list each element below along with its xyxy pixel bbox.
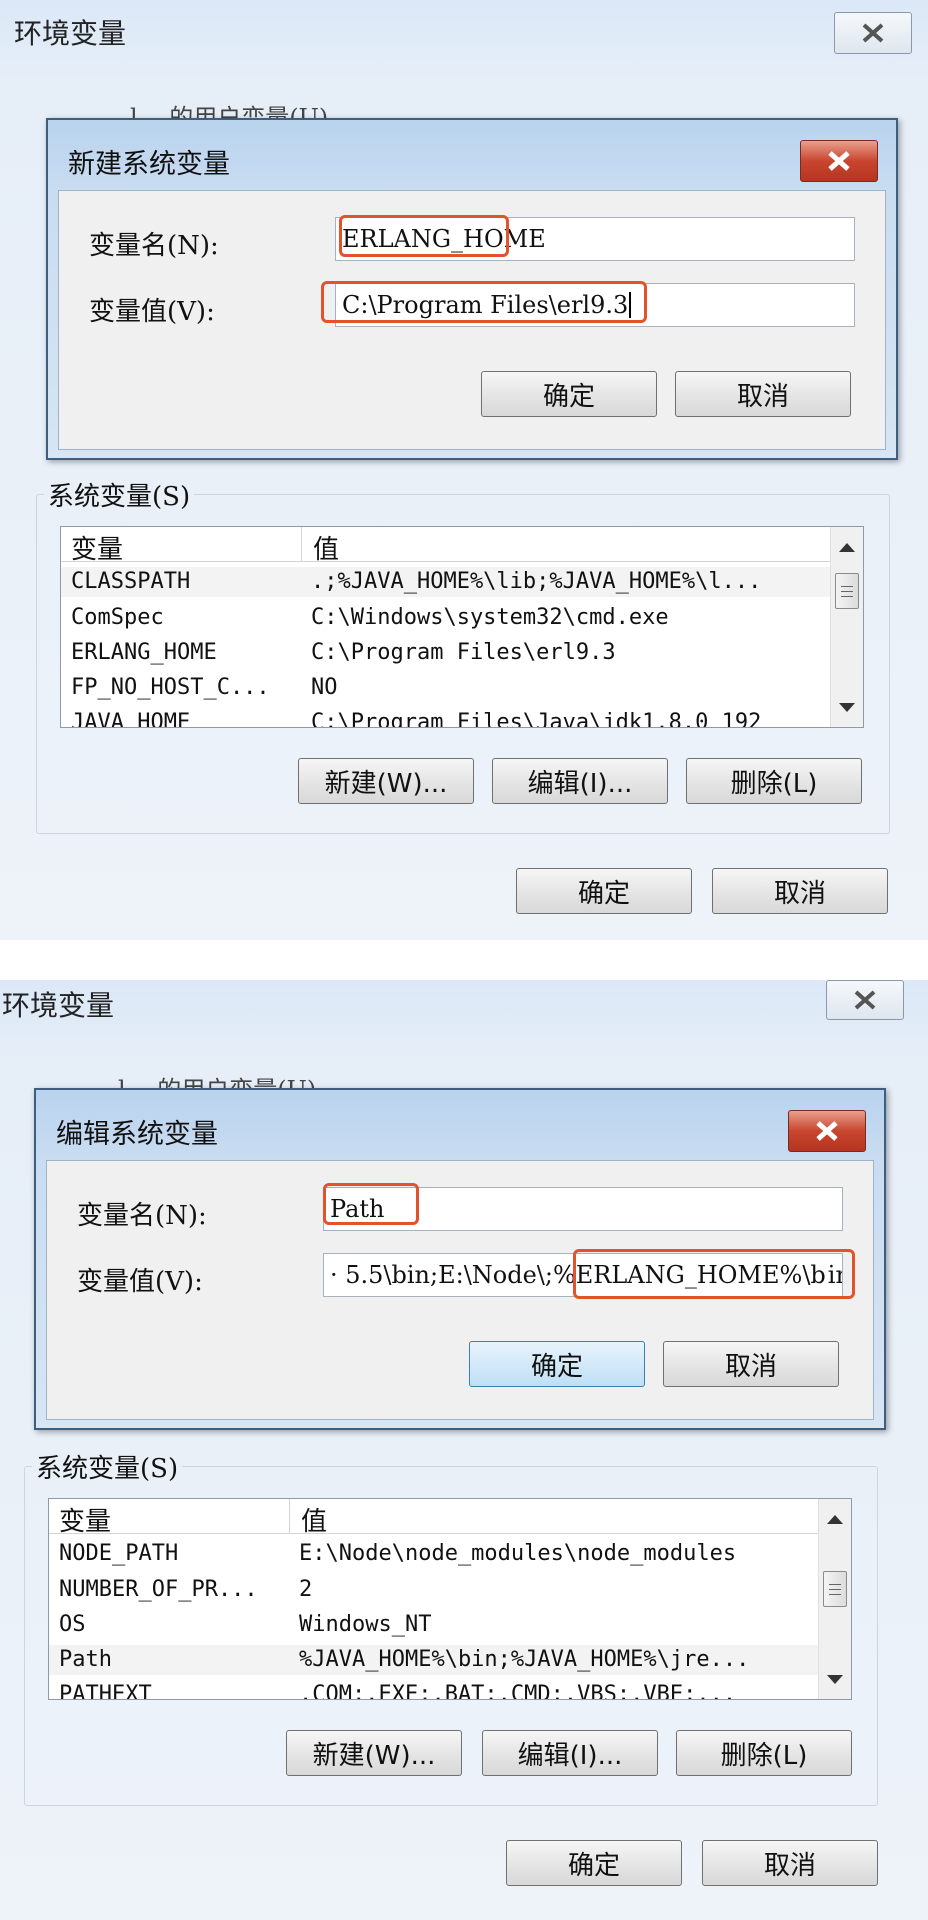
table-row[interactable]: NODE_PATH E:\Node\node_modules\node_modul… xyxy=(49,1539,736,1569)
vertical-scrollbar[interactable] xyxy=(818,1499,851,1699)
scroll-down-arrow-icon[interactable] xyxy=(839,703,855,712)
cancel-button[interactable]: 取消 xyxy=(712,868,888,914)
table-row[interactable]: Path %JAVA_HOME%\bin;%JAVA_HOME%\jre... xyxy=(49,1645,819,1675)
dialog-body: 变量名(N): Path 变量值(V): · 5.5\bin;E:\Node\;… xyxy=(46,1160,874,1420)
variable-name-label: 变量名(N): xyxy=(89,231,219,261)
table-row[interactable]: CLASSPATH .;%JAVA_HOME%\lib;%JAVA_HOME%\l… xyxy=(61,567,831,597)
scroll-up-arrow-icon[interactable] xyxy=(839,543,855,552)
highlight-box xyxy=(321,281,647,323)
column-header-variable[interactable]: 变量 xyxy=(71,529,123,566)
table-row[interactable]: FP_NO_HOST_C... NO xyxy=(61,673,691,703)
ok-button[interactable]: 确定 xyxy=(516,868,692,914)
table-row[interactable]: PATHEXT .COM;.EXE;.BAT;.CMD;.VBS;.VBE;... xyxy=(49,1680,736,1699)
variable-value-label: 变量值(V): xyxy=(77,1267,203,1297)
vertical-scrollbar[interactable] xyxy=(830,527,863,727)
system-variables-list[interactable]: 变量 值 CLASSPATH .;%JAVA_HOME%\lib;%JAVA_HO… xyxy=(60,526,864,728)
window-close-button[interactable] xyxy=(826,980,904,1020)
edit-variable-button[interactable]: 编辑(I)... xyxy=(482,1730,658,1776)
edit-variable-button[interactable]: 编辑(I)... xyxy=(492,758,668,804)
list-header: 变量 值 xyxy=(61,527,831,565)
window-title: 环境变量 xyxy=(2,989,115,1022)
cancel-button[interactable]: 取消 xyxy=(702,1840,878,1886)
delete-variable-button[interactable]: 删除(L) xyxy=(686,758,862,804)
close-icon xyxy=(854,990,876,1010)
table-row[interactable]: NUMBER_OF_PR... 2 xyxy=(49,1575,679,1605)
highlight-box xyxy=(323,1183,419,1225)
dialog-cancel-button[interactable]: 取消 xyxy=(675,371,851,417)
variable-name-label: 变量名(N): xyxy=(77,1201,207,1231)
dialog-ok-button[interactable]: 确定 xyxy=(481,371,657,417)
close-icon xyxy=(862,23,884,43)
column-header-value[interactable]: 值 xyxy=(313,529,339,566)
column-header-variable[interactable]: 变量 xyxy=(59,1501,111,1538)
column-header-value[interactable]: 值 xyxy=(301,1501,327,1538)
scroll-up-arrow-icon[interactable] xyxy=(827,1515,843,1524)
scroll-thumb[interactable] xyxy=(835,573,859,609)
table-row[interactable]: ComSpec C:\Windows\system32\cmd.exe xyxy=(61,603,691,633)
dialog-close-button[interactable] xyxy=(788,1110,866,1152)
variable-value-prefix: · 5.5\bin;E:\Node\ xyxy=(330,1261,545,1289)
window-close-button[interactable] xyxy=(834,12,912,54)
screenshot-new-variable: 环境变量 l… 的用户变量(U) 新建系统变量 变量名(N): ERLANG_H… xyxy=(0,0,928,940)
delete-variable-button[interactable]: 删除(L) xyxy=(676,1730,852,1776)
window-title: 环境变量 xyxy=(14,17,127,50)
table-row[interactable]: OS Windows_NT xyxy=(49,1610,679,1640)
table-row[interactable]: JAVA_HOME C:\Program Files\Java\jdk1.8.0_… xyxy=(61,708,761,727)
close-icon xyxy=(828,151,850,171)
highlight-box xyxy=(339,215,509,257)
system-variables-label: 系统变量(S) xyxy=(44,476,195,513)
screenshot-edit-variable: 环境变量 l… 的用户变量(U) 编辑系统变量 变量名(N): Path 变量值… xyxy=(0,980,928,1920)
close-icon xyxy=(816,1121,838,1141)
dialog-body: 变量名(N): ERLANG_HOME 变量值(V): C:\Program F… xyxy=(58,190,886,450)
ok-button[interactable]: 确定 xyxy=(506,1840,682,1886)
highlight-box xyxy=(573,1249,855,1299)
new-variable-button[interactable]: 新建(W)... xyxy=(286,1730,462,1776)
new-variable-button[interactable]: 新建(W)... xyxy=(298,758,474,804)
dialog-cancel-button[interactable]: 取消 xyxy=(663,1341,839,1387)
dialog-title: 新建系统变量 xyxy=(68,149,230,180)
system-variables-label: 系统变量(S) xyxy=(32,1448,183,1485)
dialog-ok-button[interactable]: 确定 xyxy=(469,1341,645,1387)
scroll-thumb[interactable] xyxy=(823,1571,847,1607)
table-row[interactable]: ERLANG_HOME C:\Program Files\erl9.3 xyxy=(61,638,691,668)
new-system-variable-dialog: 新建系统变量 变量名(N): ERLANG_HOME 变量值(V): C:\Pr… xyxy=(46,118,898,460)
variable-value-label: 变量值(V): xyxy=(89,297,215,327)
dialog-title: 编辑系统变量 xyxy=(56,1119,218,1150)
system-variables-list[interactable]: 变量 值 NODE_PATH E:\Node\node_modules\node_… xyxy=(48,1498,852,1700)
list-header: 变量 值 xyxy=(49,1499,819,1537)
scroll-down-arrow-icon[interactable] xyxy=(827,1675,843,1684)
edit-system-variable-dialog: 编辑系统变量 变量名(N): Path 变量值(V): · 5.5\bin;E:… xyxy=(34,1088,886,1430)
dialog-close-button[interactable] xyxy=(800,140,878,182)
